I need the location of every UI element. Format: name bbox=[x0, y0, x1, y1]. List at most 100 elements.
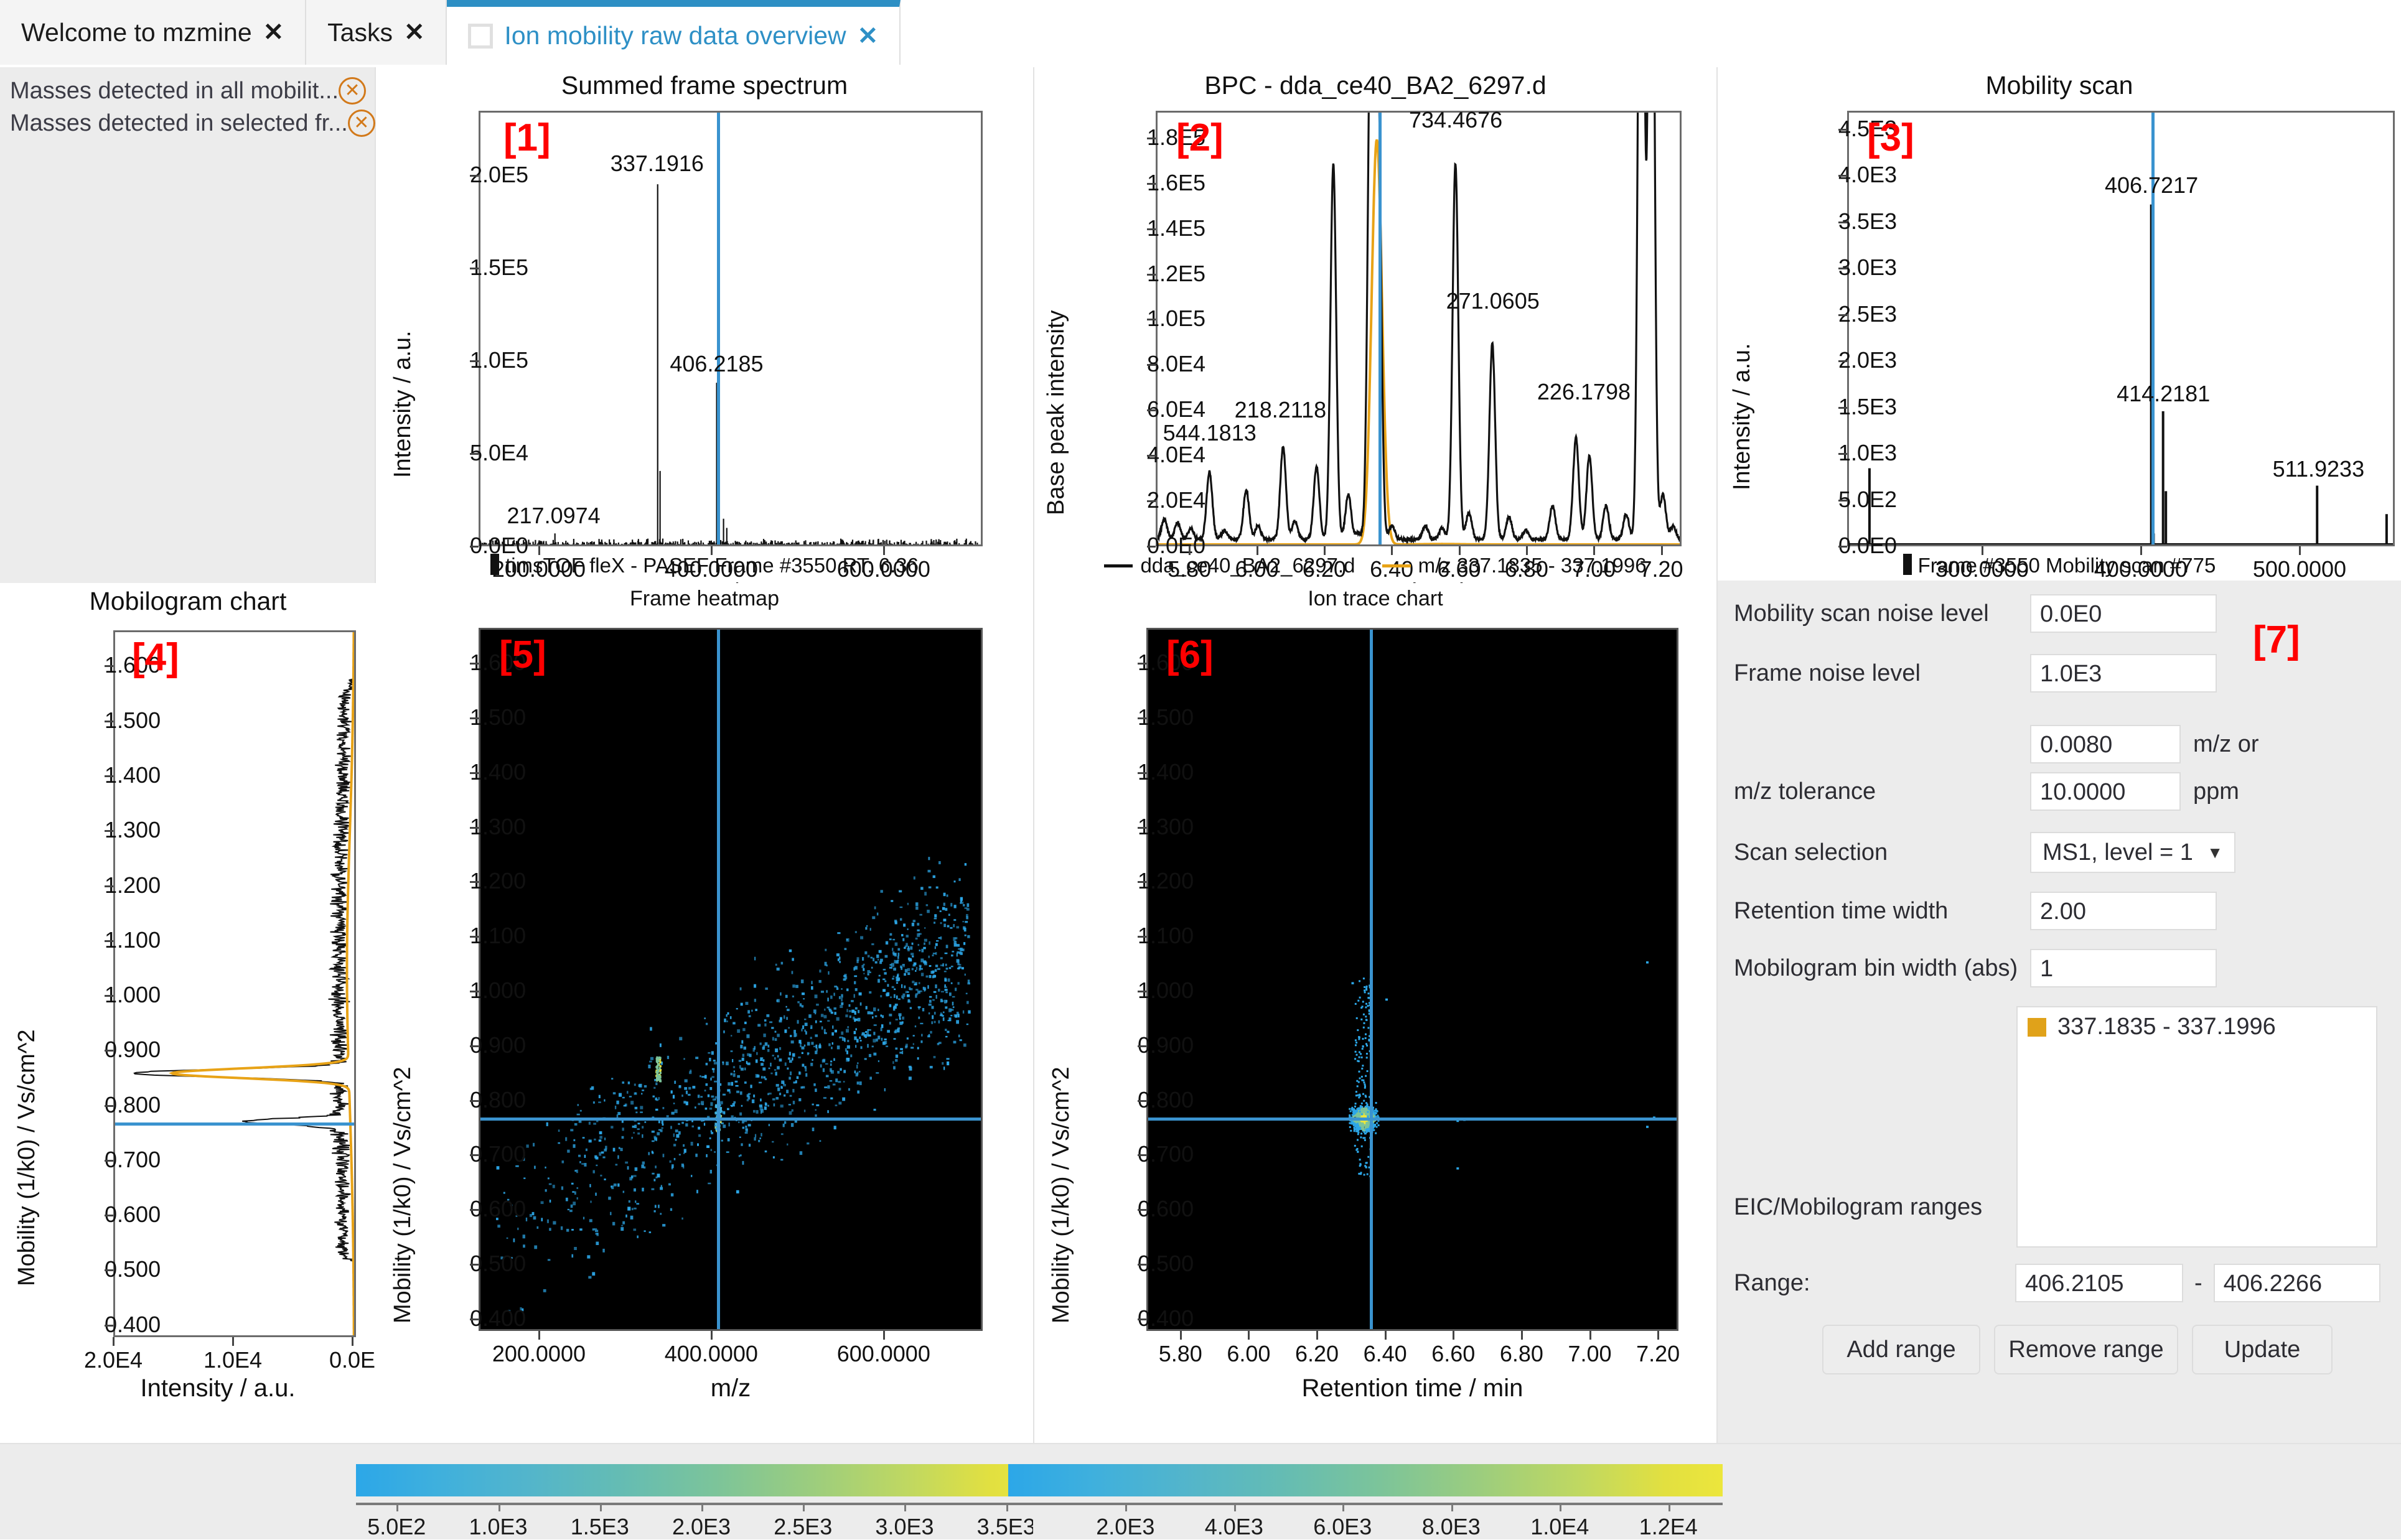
panel-badge: [7] bbox=[2253, 618, 2300, 661]
list-item[interactable]: Masses detected in all mobilit... ✕ bbox=[0, 75, 375, 107]
axis-tick-mark bbox=[470, 360, 479, 363]
legend-swatch bbox=[490, 554, 500, 575]
axis-tick-mark bbox=[105, 720, 113, 722]
axis-tick-mark bbox=[470, 1099, 479, 1102]
mobilogram-bin-width-label: Mobilogram bin width (abs) bbox=[1734, 954, 2018, 981]
add-range-button[interactable]: Add range bbox=[1822, 1325, 1980, 1374]
axis-tick-mark bbox=[105, 1215, 113, 1217]
chart-plot-area[interactable]: Base peak intensity [2] 0.0E02.0E44.0E46… bbox=[1034, 67, 1716, 606]
legend-swatch-black bbox=[1104, 564, 1133, 567]
list-item[interactable]: 337.1835 - 337.1996 bbox=[2018, 1007, 2376, 1047]
mz-tolerance-abs-input[interactable]: 0.0080 bbox=[2030, 725, 2181, 763]
axis-tick-mark bbox=[1138, 1154, 1146, 1157]
scan-selection-value: MS1, level = 1 bbox=[2043, 839, 2193, 866]
panel-badge: [1] bbox=[503, 116, 551, 159]
peak-label: 414.2181 bbox=[2117, 381, 2211, 407]
frame-noise-level-input[interactable]: 1.0E3 bbox=[2030, 654, 2217, 693]
chart-plot-area[interactable]: Mobility (1/k0) / Vs/cm^2 [4] 0.4000.500… bbox=[0, 583, 376, 1444]
axis-tick-mark bbox=[1838, 453, 1847, 455]
colorbar-tick-label: 1.5E3 bbox=[570, 1514, 629, 1539]
panel-badge: [4] bbox=[132, 636, 179, 679]
tab-ion-mobility-raw-data-overview[interactable]: Ion mobility raw data overview ✕ bbox=[447, 0, 901, 65]
axis-tick-mark bbox=[1384, 1331, 1387, 1340]
peak-label: 217.0974 bbox=[507, 503, 601, 529]
chart-plot-area[interactable]: Mobility (1/k0) / Vs/cm^2 [6] 0.4000.500… bbox=[1034, 583, 1716, 1444]
colorbar-tick-label: 2.0E3 bbox=[672, 1514, 731, 1539]
chart-plot-area[interactable]: Mobility (1/k0) / Vs/cm^2 [5] 0.4000.500… bbox=[376, 583, 1033, 1444]
axis-tick-mark bbox=[1147, 137, 1156, 139]
axis-tick-mark bbox=[105, 1050, 113, 1052]
range-to-input[interactable]: 406.2266 bbox=[2213, 1264, 2380, 1302]
legend-label: Frame #3550 Mobility scan #775 bbox=[1917, 554, 2216, 577]
axis-tick-mark bbox=[1838, 314, 1847, 316]
close-icon[interactable]: ✕ bbox=[404, 18, 425, 47]
axis-tick-mark bbox=[105, 1159, 113, 1162]
checkbox-icon[interactable] bbox=[468, 23, 494, 49]
axis-tick-mark bbox=[470, 1318, 479, 1320]
mz-tolerance-ppm-input[interactable]: 10.0000 bbox=[2030, 772, 2181, 811]
axis-tick-label: 2.0E4 bbox=[83, 1347, 143, 1373]
axis-tick-mark bbox=[1248, 1331, 1250, 1340]
bpc-trace bbox=[1158, 113, 1680, 544]
plot-frame[interactable] bbox=[1146, 628, 1678, 1331]
axis-tick-mark bbox=[1520, 1331, 1523, 1340]
mobilogram-bin-width-input[interactable]: 1 bbox=[2030, 949, 2217, 987]
panel-divider bbox=[1033, 67, 1034, 1444]
peak-label: 226.1798 bbox=[1537, 379, 1631, 405]
axis-tick-label: 6.60 bbox=[1431, 1341, 1476, 1366]
axis-tick-mark bbox=[1147, 319, 1156, 321]
range-from-input[interactable]: 406.2105 bbox=[2015, 1264, 2183, 1302]
axis-tick-mark bbox=[1138, 1099, 1146, 1102]
y-axis-label: Intensity / a.u. bbox=[1729, 343, 1755, 490]
colorbar-tick-label: 1.0E4 bbox=[1530, 1514, 1589, 1539]
axis-tick-mark bbox=[470, 826, 479, 829]
axis-tick-mark bbox=[882, 1331, 885, 1340]
colorbar-tick-mark bbox=[803, 1503, 805, 1511]
axis-tick-mark bbox=[470, 546, 479, 548]
colorbar-tick-mark bbox=[1451, 1503, 1453, 1511]
colorbar-tick-label: 3.5E3 bbox=[976, 1514, 1036, 1539]
axis-tick-mark bbox=[232, 1337, 234, 1346]
colorbar-tick-mark bbox=[1006, 1503, 1008, 1511]
mz-tolerance-ppm-unit: ppm bbox=[2193, 778, 2239, 805]
x-axis-label: m/z bbox=[710, 1374, 751, 1402]
ion-trace-colorbar bbox=[1008, 1464, 1723, 1496]
notification-label: Masses detected in all mobilit... bbox=[10, 77, 339, 104]
panel-badge: [5] bbox=[499, 633, 546, 676]
axis-tick-mark bbox=[1589, 1331, 1591, 1340]
close-icon[interactable]: ✕ bbox=[858, 22, 879, 50]
ion-trace-colorbar-area: 2.0E3 4.0E3 6.0E3 8.0E3 1.0E4 1.2E4 bbox=[1008, 1444, 2401, 1539]
tab-welcome-to-mzmine[interactable]: Welcome to mzmine ✕ bbox=[0, 0, 307, 65]
axis-tick-mark bbox=[1147, 273, 1156, 276]
list-item[interactable]: Masses detected in selected fr... ✕ bbox=[0, 107, 375, 139]
axis-tick-label: 6.20 bbox=[1294, 1341, 1339, 1366]
dismiss-icon[interactable]: ✕ bbox=[339, 77, 367, 105]
x-axis-label: Intensity / a.u. bbox=[140, 1374, 296, 1402]
axis-tick-mark bbox=[470, 1264, 479, 1266]
colorbar-tick-mark bbox=[1125, 1503, 1128, 1511]
retention-time-width-input[interactable]: 2.00 bbox=[2030, 892, 2217, 930]
panel-divider bbox=[0, 1443, 2401, 1444]
update-button[interactable]: Update bbox=[2192, 1325, 2333, 1374]
dismiss-icon[interactable]: ✕ bbox=[347, 110, 375, 137]
plot-frame[interactable] bbox=[479, 628, 983, 1331]
chart-plot-area[interactable]: Intensity / a.u. [3] 0.0E05.0E21.0E31.5E… bbox=[1718, 67, 2401, 606]
axis-tick-mark bbox=[1147, 409, 1156, 412]
plot-frame[interactable] bbox=[1156, 111, 1682, 546]
scan-selection-dropdown[interactable]: MS1, level = 1 ▼ bbox=[2030, 832, 2235, 873]
chart-plot-area[interactable]: Intensity / a.u. [1] 0.0E05.0E41.0E51.5E… bbox=[376, 67, 1033, 606]
plot-frame[interactable] bbox=[479, 111, 983, 546]
axis-tick-mark bbox=[470, 663, 479, 665]
remove-range-button[interactable]: Remove range bbox=[1994, 1325, 2178, 1374]
tab-tasks[interactable]: Tasks ✕ bbox=[306, 0, 447, 65]
axis-tick-mark bbox=[1138, 936, 1146, 938]
close-icon[interactable]: ✕ bbox=[263, 18, 284, 47]
crosshair-vertical bbox=[1370, 630, 1374, 1329]
mobility-scan-noise-level-input[interactable]: 0.0E0 bbox=[2030, 594, 2217, 633]
y-axis-label: Intensity / a.u. bbox=[390, 330, 416, 478]
axis-tick-label: 200.0000 bbox=[492, 1341, 586, 1366]
axis-tick-mark bbox=[352, 1337, 353, 1346]
axis-tick-mark bbox=[113, 1337, 115, 1346]
tab-label: Tasks bbox=[327, 17, 393, 47]
eic-mobilogram-ranges-list[interactable]: 337.1835 - 337.1996 bbox=[2016, 1006, 2377, 1248]
